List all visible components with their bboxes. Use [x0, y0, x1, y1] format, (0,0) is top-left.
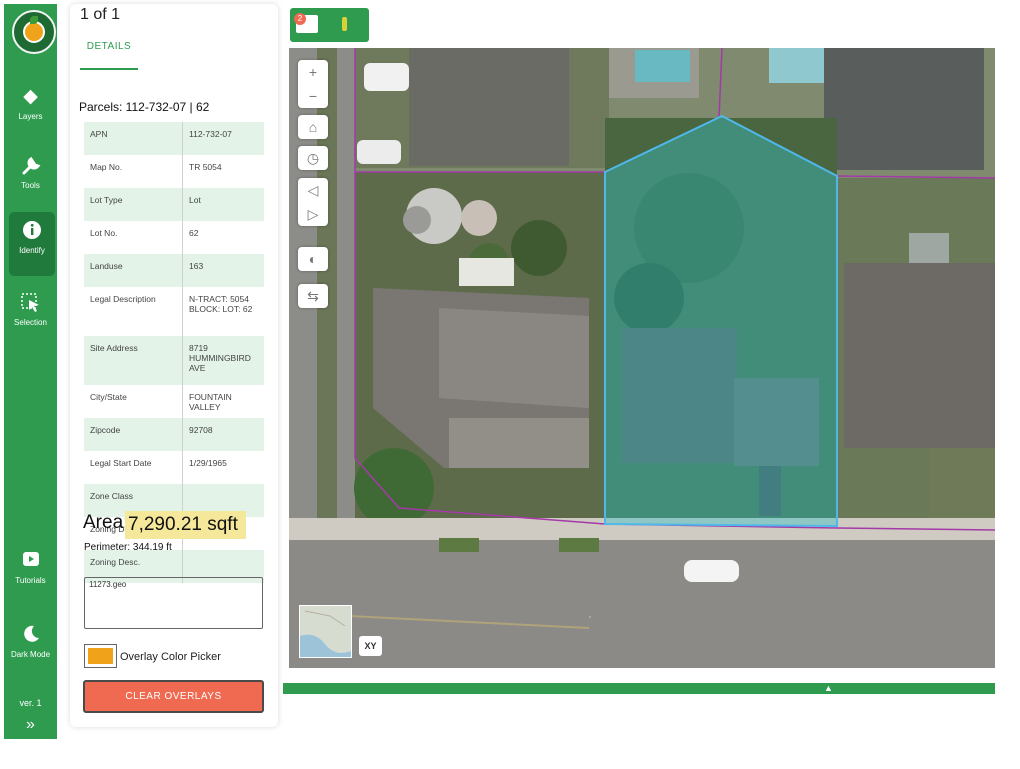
next-extent-button[interactable]: ▷ — [298, 202, 328, 226]
nav-dark-mode-label: Dark Mode — [10, 650, 51, 659]
attribute-key: Map No. — [84, 155, 183, 188]
zoom-controls: + − — [298, 60, 328, 108]
attribute-row: Zipcode 92708 — [84, 418, 264, 451]
attribute-row: Legal Description N-TRACT: 5054 BLOCK: LO… — [84, 287, 264, 336]
clock-icon: ◷ — [306, 150, 320, 166]
county-logo — [12, 10, 56, 54]
nav-tutorials[interactable]: Tutorials — [4, 542, 57, 606]
moon-icon — [20, 624, 42, 646]
play-icon — [20, 550, 42, 572]
overlay-color-picker-label: Overlay Color Picker — [120, 651, 221, 663]
nav-layers[interactable]: ◆ Layers — [4, 78, 57, 142]
contrast-button[interactable]: ◐ — [298, 247, 328, 271]
attribute-row: City/State FOUNTAIN VALLEY — [84, 385, 264, 418]
attribute-key: Site Address — [84, 336, 183, 385]
home-icon: ⌂ — [308, 119, 318, 135]
attribute-row: Lot Type Lot — [84, 188, 264, 221]
clear-overlays-button[interactable]: CLEAR OVERLAYS — [83, 680, 264, 713]
attribute-value: FOUNTAIN VALLEY — [189, 392, 232, 412]
attribute-value: N-TRACT: 5054 BLOCK: LOT: 62 — [189, 294, 253, 314]
home-button[interactable]: ⌂ — [298, 115, 328, 139]
xy-coordinates-button[interactable]: XY — [359, 636, 382, 656]
area-label: Area: — [83, 512, 129, 533]
history-button[interactable]: ◷ — [298, 146, 328, 170]
overview-minimap[interactable] — [299, 605, 352, 658]
nav-identify[interactable]: Identify — [9, 212, 55, 276]
nav-tools[interactable]: Tools — [4, 147, 57, 211]
bottom-drawer-bar[interactable]: ▲ — [283, 683, 995, 694]
aerial-imagery — [289, 48, 995, 668]
attribute-key: Zipcode — [84, 418, 183, 451]
attribute-value: 163 — [182, 254, 264, 287]
geo-textarea[interactable]: 11273.geo — [84, 577, 263, 629]
nav-layers-label: Layers — [18, 112, 43, 121]
attribute-key: City/State — [84, 385, 183, 418]
nav-selection[interactable]: Selection — [4, 284, 57, 348]
nav-selection-label: Selection — [14, 318, 47, 327]
wrench-icon — [20, 155, 42, 177]
nav-tutorials-label: Tutorials — [15, 576, 46, 585]
left-nav: ◆ Layers Tools Identify Selection Tutori… — [4, 4, 57, 739]
chevron-up-icon: ▲ — [824, 683, 833, 693]
version-label: ver. 1 — [19, 698, 42, 708]
attribute-key: APN — [84, 122, 183, 155]
map-top-toolbar: 2 — [290, 8, 369, 42]
attribute-key: Legal Description — [84, 287, 183, 336]
attribute-row: Legal Start Date 1/29/1965 — [84, 451, 264, 484]
results-badge: 2 — [294, 13, 306, 25]
attribute-value: 1/29/1965 — [189, 458, 227, 468]
swap-button[interactable]: ⇆ — [298, 284, 328, 308]
attribute-row: Landuse 163 — [84, 254, 264, 287]
extent-nav-controls: ◁ ▷ — [298, 178, 328, 226]
zoom-in-button[interactable]: + — [298, 60, 328, 84]
attribute-value: 92708 — [182, 418, 264, 451]
result-count: 1 of 1 — [80, 6, 121, 23]
attribute-row: APN 112-732-07 — [84, 122, 264, 155]
attribute-key: Landuse — [84, 254, 183, 287]
details-panel: 1 of 1 DETAILS Parcels: 112-732-07 | 62 … — [70, 4, 278, 727]
previous-extent-button[interactable]: ◁ — [298, 178, 328, 202]
nav-identify-label: Identify — [19, 246, 45, 255]
area-value: 7,290.21 sqft — [125, 511, 246, 539]
zoom-out-button[interactable]: − — [298, 84, 328, 108]
info-icon — [21, 220, 43, 242]
attribute-key: Lot No. — [84, 221, 183, 254]
parcel-title: Parcels: 112-732-07 | 62 — [79, 100, 210, 114]
cursor-select-icon — [20, 292, 42, 314]
attribute-row: Lot No. 62 — [84, 221, 264, 254]
attribute-value: 8719 HUMMINGBIRD AVE — [182, 336, 264, 385]
expand-nav-button[interactable]: » — [4, 716, 57, 734]
pin-icon[interactable] — [342, 17, 347, 31]
minimap-graphic — [300, 606, 351, 657]
layers-icon: ◆ — [23, 86, 38, 107]
nav-dark-mode[interactable]: Dark Mode — [4, 616, 57, 680]
attribute-key: Lot Type — [84, 188, 183, 221]
overlay-color-swatch[interactable] — [84, 644, 117, 668]
attribute-key: Legal Start Date — [84, 451, 183, 484]
overlay-color-fill — [88, 648, 113, 664]
contrast-icon: ◐ — [308, 251, 318, 267]
tab-details[interactable]: DETAILS — [80, 38, 138, 70]
map-view[interactable] — [289, 48, 995, 668]
attribute-row: Map No. TR 5054 — [84, 155, 264, 188]
nav-tools-label: Tools — [21, 181, 40, 190]
swap-icon: ⇆ — [307, 288, 319, 304]
attribute-value: 62 — [189, 228, 199, 238]
attribute-value: 112-732-07 — [182, 122, 264, 155]
attribute-row: Site Address 8719 HUMMINGBIRD AVE — [84, 336, 264, 385]
perimeter-value: Perimeter: 344.19 ft — [84, 542, 172, 553]
attribute-value: TR 5054 — [189, 162, 222, 172]
attribute-value: Lot — [182, 188, 264, 221]
